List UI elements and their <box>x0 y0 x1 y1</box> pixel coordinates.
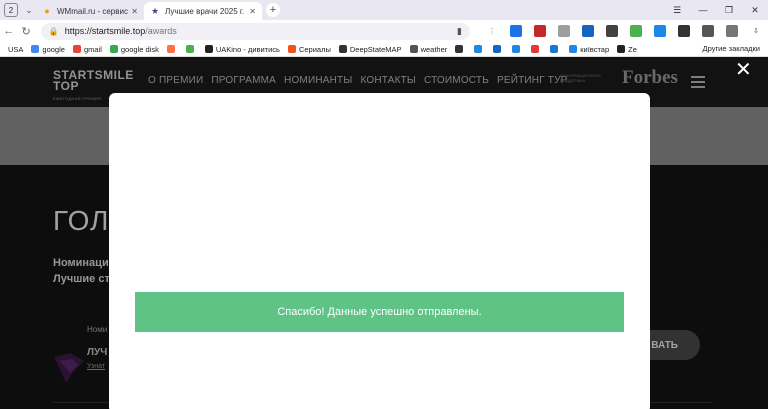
url-host: https://startsmile.top <box>64 26 146 36</box>
url-field[interactable]: 🔒 https://startsmile.top /awards ▮ <box>40 22 470 40</box>
bookmark-item[interactable]: USA <box>8 45 23 54</box>
bookmark-favicon-icon <box>72 45 81 53</box>
bookmark-item[interactable] <box>474 45 485 53</box>
more-icon[interactable]: ⋮ <box>486 25 498 37</box>
bookmark-item[interactable] <box>185 45 197 53</box>
bookmark-item[interactable]: київстар <box>569 45 609 54</box>
tab-wmmail[interactable]: ● WMmail.ru - сервис почтового ✕ <box>36 2 144 20</box>
bookmark-label: DeepStateMAP <box>349 44 402 54</box>
extension-icon[interactable] <box>509 25 522 37</box>
bookmark-item[interactable] <box>512 45 523 53</box>
star-favicon-icon: ★ <box>150 5 160 16</box>
bookmark-favicon-icon <box>409 45 418 53</box>
bookmark-item[interactable] <box>550 45 561 53</box>
bookmark-item[interactable]: google disk <box>109 44 159 54</box>
bookmark-item[interactable]: DeepStateMAP <box>338 44 402 54</box>
tab-title: Лучшие врачи 2025 г. <box>165 6 245 16</box>
extension-icon[interactable] <box>677 25 690 37</box>
bookmark-item[interactable] <box>531 45 542 53</box>
bookmark-label: gmail <box>83 44 102 54</box>
new-tab-button[interactable]: + <box>266 3 280 17</box>
bookmark-item[interactable]: Сериалы <box>287 44 331 54</box>
tabs-menu-icon[interactable]: ☰ <box>664 5 690 16</box>
puzzle-icon[interactable] <box>725 25 738 37</box>
lock-icon: 🔒 <box>48 26 59 36</box>
page-content: STARTSMILE TOP ЕЖЕГОДНАЯ ПРЕМИЯ О ПРЕМИИ… <box>0 57 768 409</box>
extension-icon[interactable] <box>605 25 618 37</box>
bookmark-item[interactable] <box>166 45 178 53</box>
tab-startsmile[interactable]: ★ Лучшие врачи 2025 г. ✕ <box>144 2 262 20</box>
bookmark-item[interactable]: Ze <box>617 45 637 54</box>
download-arrow-icon[interactable] <box>629 25 642 37</box>
bookmark-label: google disk <box>120 44 159 54</box>
bookmark-favicon-icon <box>185 45 194 53</box>
url-path: /awards <box>145 26 177 36</box>
other-bookmarks[interactable]: Другие закладки <box>703 44 760 53</box>
close-window-icon[interactable]: ✕ <box>742 5 768 16</box>
bookmark-label: київстар <box>580 44 610 54</box>
extension-icon[interactable] <box>701 25 714 37</box>
bookmark-favicon-icon <box>338 45 347 53</box>
bookmark-label: weather <box>420 44 448 54</box>
extension-icon[interactable] <box>581 25 594 37</box>
close-modal-icon[interactable]: ✕ <box>735 60 752 80</box>
extension-icon[interactable] <box>653 25 666 37</box>
close-tab-icon[interactable]: ✕ <box>249 7 256 16</box>
minimize-icon[interactable]: — <box>690 5 716 15</box>
chevron-down-icon[interactable]: ⌄ <box>22 5 36 16</box>
bookmark-item[interactable] <box>493 45 504 53</box>
extensions-bar: ⋮ ⇩ <box>480 25 768 37</box>
success-message: Спасибо! Данные успешно отправлены. <box>135 292 624 332</box>
bookmark-item[interactable] <box>455 45 466 53</box>
close-tab-icon[interactable]: ✕ <box>131 7 138 16</box>
browser-tab-bar: 2 ⌄ ● WMmail.ru - сервис почтового ✕ ★ Л… <box>0 0 768 20</box>
bookmark-favicon-icon <box>617 45 626 53</box>
bookmark-favicon-icon <box>474 45 483 53</box>
bookmark-favicon-icon <box>287 45 296 53</box>
tab-title: WMmail.ru - сервис почтового <box>57 6 128 16</box>
bookmark-item[interactable]: gmail <box>72 44 102 54</box>
address-bar-row: ← ↻ 🔒 https://startsmile.top /awards ▮ ⋮… <box>0 20 768 42</box>
tab-count-button[interactable]: 2 <box>4 3 18 17</box>
bookmark-favicon-icon <box>512 45 521 53</box>
extension-icon[interactable] <box>557 25 570 37</box>
bookmark-favicon-icon <box>569 45 578 53</box>
reload-icon[interactable]: ↻ <box>17 25 34 38</box>
bookmark-label: Ze <box>628 44 637 54</box>
bookmark-item[interactable]: google <box>31 45 65 54</box>
modal-dialog: Спасибо! Данные успешно отправлены. <box>109 93 650 409</box>
bookmark-label: Сериалы <box>298 44 331 54</box>
bookmark-favicon-icon <box>109 45 118 53</box>
bookmark-favicon-icon <box>31 45 40 53</box>
window-controls: ☰ — ❐ ✕ <box>664 0 768 20</box>
extension-icon[interactable] <box>533 25 546 37</box>
wmmail-favicon-icon: ● <box>44 6 50 16</box>
bookmarks-bar: USA google gmail google disk UAKino - дивити… <box>0 42 768 57</box>
bookmark-favicon-icon <box>550 45 559 53</box>
back-icon[interactable]: ← <box>0 25 17 37</box>
bookmark-label: google <box>42 44 65 54</box>
bookmark-favicon-icon <box>204 45 213 53</box>
bookmark-favicon-icon <box>166 45 175 53</box>
bookmark-item[interactable]: weather <box>409 44 448 54</box>
bookmark-favicon-icon <box>493 45 502 53</box>
bookmark-label: USA <box>8 44 24 54</box>
bookmark-item[interactable]: UAKino - дивитись <box>204 44 280 54</box>
bookmark-icon[interactable]: ▮ <box>457 26 462 37</box>
bookmark-favicon-icon <box>455 45 464 53</box>
download-icon[interactable]: ⇩ <box>750 25 762 37</box>
restore-icon[interactable]: ❐ <box>716 5 742 16</box>
bookmark-favicon-icon <box>531 45 540 53</box>
bookmark-label: UAKino - дивитись <box>215 44 280 54</box>
